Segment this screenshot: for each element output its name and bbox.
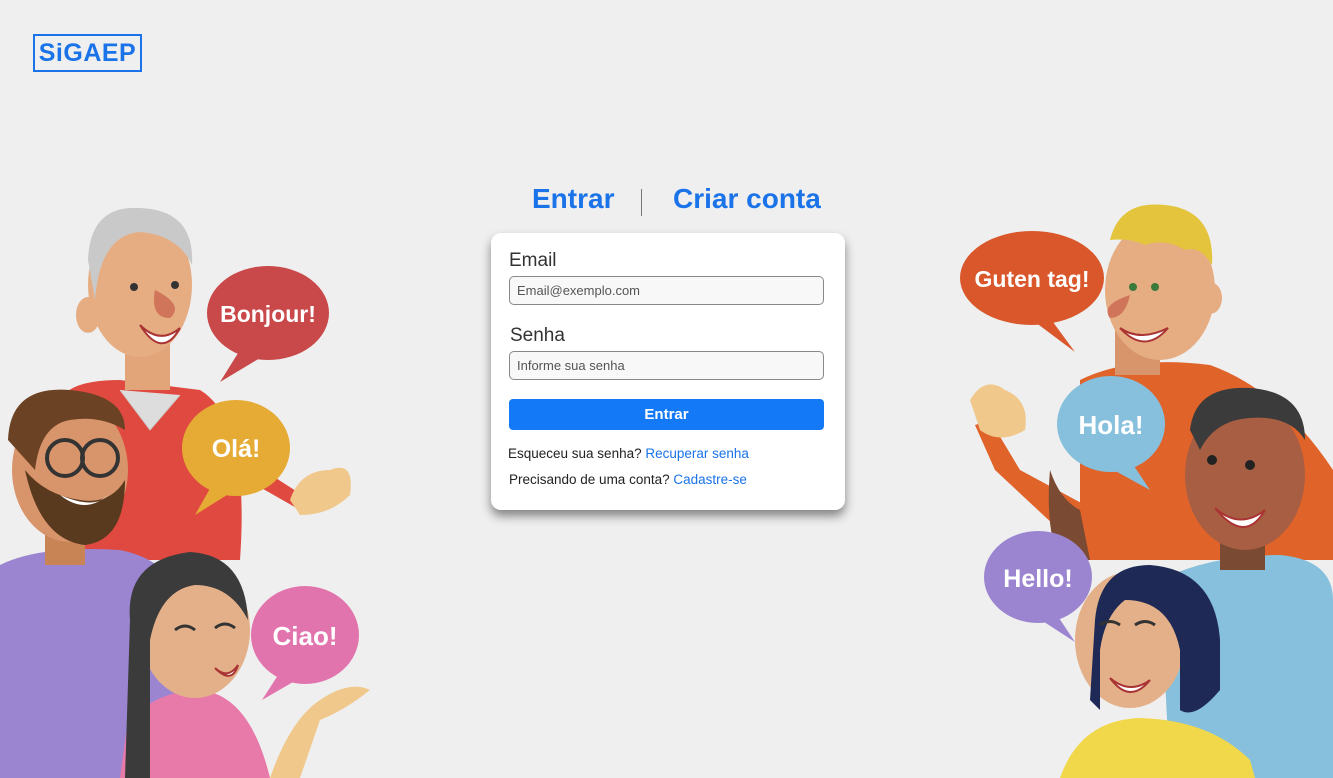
password-input[interactable] [509, 351, 824, 380]
signup-link[interactable]: Cadastre-se [673, 472, 747, 487]
password-label: Senha [510, 325, 565, 346]
forgot-password-text: Esqueceu sua senha? [508, 446, 642, 461]
bubble-bonjour: Bonjour! [207, 266, 329, 382]
bubble-guten-text: Guten tag! [975, 266, 1090, 292]
email-label: Email [509, 250, 557, 271]
tab-divider [641, 189, 642, 216]
right-illustration: Guten tag! Hola! Hello! [960, 204, 1333, 778]
recover-password-link[interactable]: Recuperar senha [645, 446, 749, 461]
left-illustration: Bonjour! Olá! Ciao! [0, 207, 370, 778]
login-submit-button[interactable]: Entrar [509, 399, 824, 430]
bubble-hello: Hello! [984, 531, 1092, 642]
bubble-ciao: Ciao! [251, 586, 359, 700]
bubble-hola-text: Hola! [1079, 410, 1144, 440]
bubble-ola-text: Olá! [212, 435, 261, 463]
bubble-ciao-text: Ciao! [273, 621, 338, 651]
signup-prompt-text: Precisando de uma conta? [509, 472, 670, 487]
bubble-guten: Guten tag! [960, 231, 1104, 352]
login-card: Email Senha Entrar Esqueceu sua senha? R… [491, 233, 845, 510]
signup-row: Precisando de uma conta? Cadastre-se [509, 472, 747, 487]
tab-signup[interactable]: Criar conta [673, 183, 821, 215]
auth-tabs: Entrar Criar conta [491, 183, 845, 223]
bubble-bonjour-text: Bonjour! [220, 301, 316, 327]
forgot-password-row: Esqueceu sua senha? Recuperar senha [508, 446, 749, 461]
tab-login[interactable]: Entrar [532, 183, 614, 215]
email-input[interactable] [509, 276, 824, 305]
bubble-hello-text: Hello! [1003, 565, 1072, 593]
